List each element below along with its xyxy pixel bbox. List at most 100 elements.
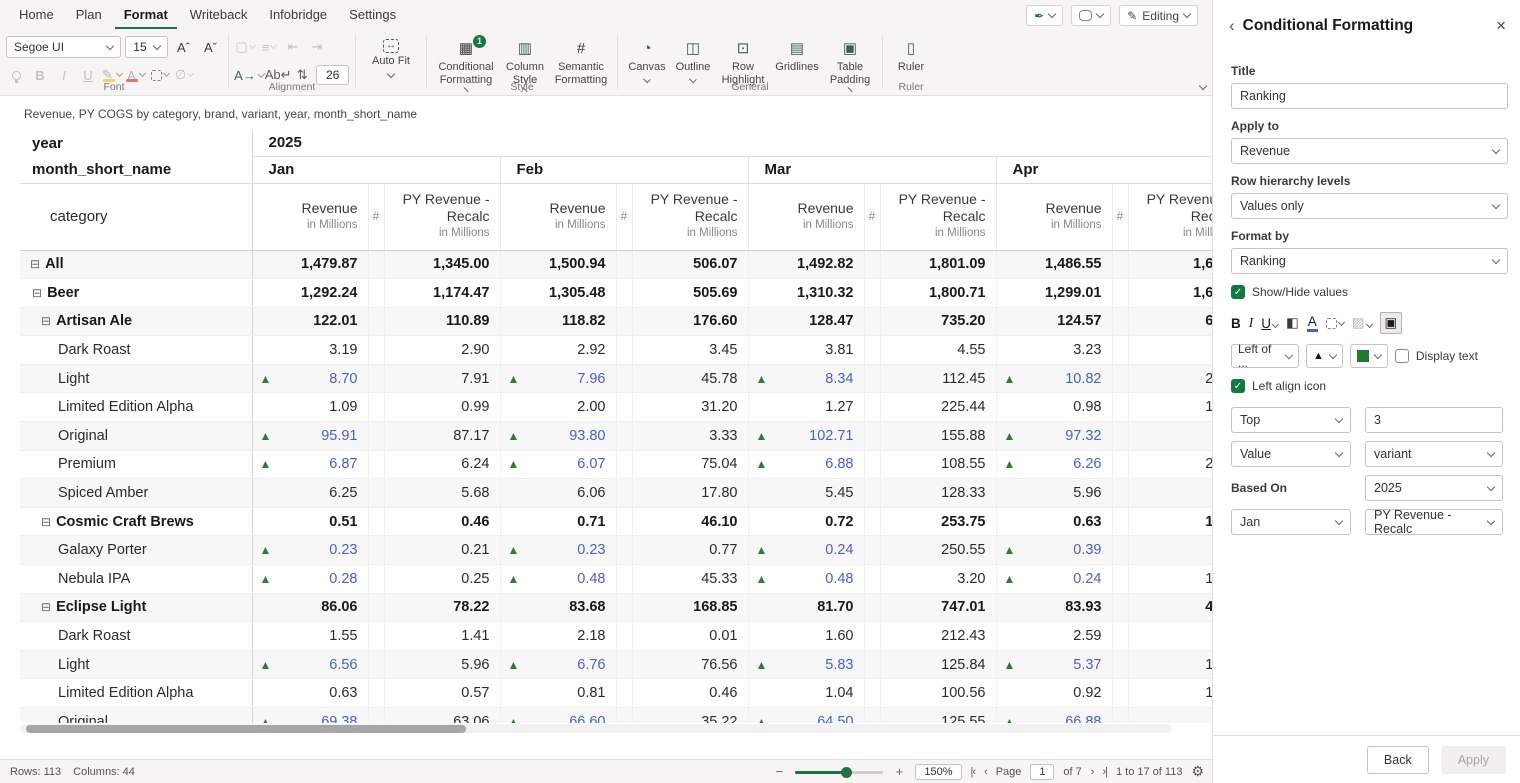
revenue-cell-mar[interactable]: 1.04 xyxy=(748,678,865,708)
row-label-light[interactable]: Light xyxy=(20,650,253,680)
revenue-cell-apr[interactable]: 0.98 xyxy=(996,392,1113,423)
py-revenue-cell-apr[interactable]: 100. xyxy=(1128,392,1212,423)
revenue-cell-mar[interactable]: ▲ 0.24 xyxy=(748,535,865,566)
revenue-cell-mar[interactable]: 81.70 xyxy=(748,593,865,623)
hash-cell-apr[interactable] xyxy=(1112,535,1129,566)
revenue-cell-apr[interactable]: ▲ 0.24 xyxy=(996,564,1113,594)
back-button[interactable]: Back xyxy=(1366,745,1429,774)
hash-cell-feb[interactable] xyxy=(616,478,633,508)
display-text-checkbox[interactable]: Display text xyxy=(1394,349,1478,363)
py-revenue-cell-mar[interactable]: 253.75 xyxy=(880,507,997,537)
horizontal-scrollbar[interactable] xyxy=(20,724,1172,733)
hash-cell-mar[interactable] xyxy=(864,621,881,651)
rank-mode-select[interactable]: Value xyxy=(1231,441,1351,467)
menu-item-settings[interactable]: Settings xyxy=(340,1,405,29)
hash-cell-apr[interactable] xyxy=(1112,678,1129,708)
py-revenue-cell-feb[interactable]: 0.01 xyxy=(632,621,749,651)
py-revenue-cell-mar[interactable]: 250.55 xyxy=(880,535,997,566)
row-label-eclipse-light[interactable]: ⊟ Eclipse Light xyxy=(20,593,253,623)
hash-cell-jan[interactable] xyxy=(368,278,385,308)
revenue-cell-jan[interactable]: 122.01 xyxy=(252,307,369,337)
py-revenue-cell-feb[interactable]: 75.04 xyxy=(632,450,749,480)
italic-icon[interactable]: I xyxy=(1249,315,1254,331)
py-revenue-cell-jan[interactable]: 0.46 xyxy=(384,507,501,537)
py-revenue-cell-jan[interactable]: 1,345.00 xyxy=(384,250,501,280)
revenue-cell-jan[interactable]: 0.51 xyxy=(252,507,369,537)
hash-cell-jan[interactable] xyxy=(368,707,385,723)
revenue-cell-feb[interactable]: 0.71 xyxy=(500,507,617,537)
hash-cell-jan[interactable] xyxy=(368,678,385,708)
close-icon[interactable]: × xyxy=(1496,16,1506,36)
revenue-column-header-feb[interactable]: Revenue in Millions xyxy=(500,183,617,251)
revenue-column-header-apr[interactable]: Revenue in Millions xyxy=(996,183,1113,251)
hash-cell-feb[interactable] xyxy=(616,421,633,451)
month-header-apr[interactable]: Apr xyxy=(995,156,1212,184)
py-revenue-cell-feb[interactable]: 35.22 xyxy=(632,707,749,723)
zoom-slider-knob[interactable] xyxy=(841,766,853,778)
semantic-formatting-button[interactable]: # Semantic Formatting xyxy=(551,35,611,86)
revenue-cell-apr[interactable]: 0.92 xyxy=(996,678,1113,708)
py-revenue-column-header-jan[interactable]: PY Revenue - Recalc in Millions xyxy=(384,183,501,251)
hash-cell-jan[interactable] xyxy=(368,450,385,480)
py-revenue-cell-jan[interactable]: 0.57 xyxy=(384,678,501,708)
icon-color-select[interactable] xyxy=(1349,344,1388,368)
revenue-cell-apr[interactable]: 3.23 xyxy=(996,335,1113,365)
py-revenue-cell-mar[interactable]: 100.56 xyxy=(880,678,997,708)
revenue-cell-mar[interactable]: 3.81 xyxy=(748,335,865,365)
hash-cell-apr[interactable] xyxy=(1112,564,1129,594)
py-revenue-cell-mar[interactable]: 3.20 xyxy=(880,564,997,594)
row-label-galaxy-porter[interactable]: Galaxy Porter xyxy=(20,535,253,566)
format-by-select[interactable]: Ranking xyxy=(1231,248,1508,274)
hash-cell-jan[interactable] xyxy=(368,364,385,394)
based-on-year-select[interactable]: 2025 xyxy=(1365,475,1503,501)
hash-cell-feb[interactable] xyxy=(616,364,633,394)
revenue-cell-mar[interactable]: ▲ 64.50 xyxy=(748,707,865,723)
py-revenue-column-header-apr[interactable]: PY Revenue -Recalcin Millions xyxy=(1128,183,1212,251)
hash-cell-feb[interactable] xyxy=(616,335,633,365)
comments-button[interactable] xyxy=(1071,5,1112,26)
py-revenue-cell-jan[interactable]: 0.99 xyxy=(384,392,501,423)
page-number-input[interactable]: 1 xyxy=(1030,763,1055,780)
hash-column-header-jan[interactable]: # xyxy=(368,183,385,251)
py-revenue-cell-apr[interactable]: 452. xyxy=(1128,593,1212,623)
revenue-cell-apr[interactable]: 2.59 xyxy=(996,621,1113,651)
hash-cell-apr[interactable] xyxy=(1112,278,1129,308)
row-label-original[interactable]: Original xyxy=(20,707,253,723)
revenue-cell-mar[interactable]: ▲ 8.34 xyxy=(748,364,865,394)
hash-cell-mar[interactable] xyxy=(864,364,881,394)
revenue-cell-apr[interactable]: ▲ 66.88 xyxy=(996,707,1113,723)
hash-cell-mar[interactable] xyxy=(864,250,881,280)
font-name-select[interactable]: Segoe UI xyxy=(6,36,122,58)
collapse-icon[interactable]: ⊟ xyxy=(41,515,51,529)
revenue-cell-feb[interactable]: 2.00 xyxy=(500,392,617,423)
py-revenue-cell-feb[interactable]: 45.33 xyxy=(632,564,749,594)
revenue-cell-jan[interactable]: ▲ 95.91 xyxy=(252,421,369,451)
py-revenue-cell-mar[interactable]: 125.84 xyxy=(880,650,997,680)
revenue-cell-jan[interactable]: 86.06 xyxy=(252,593,369,623)
left-align-icon-checkbox[interactable]: ✓ Left align icon xyxy=(1231,379,1508,393)
menu-item-plan[interactable]: Plan xyxy=(67,1,111,29)
revenue-cell-feb[interactable]: ▲ 66.60 xyxy=(500,707,617,723)
py-revenue-cell-jan[interactable]: 7.91 xyxy=(384,364,501,394)
py-revenue-cell-jan[interactable]: 63.06 xyxy=(384,707,501,723)
py-revenue-cell-feb[interactable]: 505.69 xyxy=(632,278,749,308)
py-revenue-cell-mar[interactable]: 112.45 xyxy=(880,364,997,394)
py-revenue-cell-feb[interactable]: 168.85 xyxy=(632,593,749,623)
revenue-cell-jan[interactable]: ▲ 69.38 xyxy=(252,707,369,723)
py-revenue-cell-jan[interactable]: 0.25 xyxy=(384,564,501,594)
hash-cell-apr[interactable] xyxy=(1112,507,1129,537)
revenue-cell-mar[interactable]: 1,310.32 xyxy=(748,278,865,308)
revenue-cell-apr[interactable]: 83.93 xyxy=(996,593,1113,623)
month-header-mar[interactable]: Mar xyxy=(747,156,996,184)
row-label-original[interactable]: Original xyxy=(20,421,253,451)
py-revenue-column-header-feb[interactable]: PY Revenue - Recalc in Millions xyxy=(632,183,749,251)
revenue-column-header-jan[interactable]: Revenue in Millions xyxy=(252,183,369,251)
hash-cell-jan[interactable] xyxy=(368,535,385,566)
last-page-button[interactable]: ›| xyxy=(1102,766,1107,778)
gear-icon[interactable]: ⚙ xyxy=(1191,763,1204,780)
py-revenue-cell-jan[interactable]: 0.21 xyxy=(384,535,501,566)
menu-item-format[interactable]: Format xyxy=(114,1,177,29)
apply-to-select[interactable]: Revenue xyxy=(1231,138,1508,164)
py-revenue-cell-apr[interactable]: 45. xyxy=(1128,707,1212,723)
collapse-icon[interactable]: ⊟ xyxy=(32,286,42,300)
